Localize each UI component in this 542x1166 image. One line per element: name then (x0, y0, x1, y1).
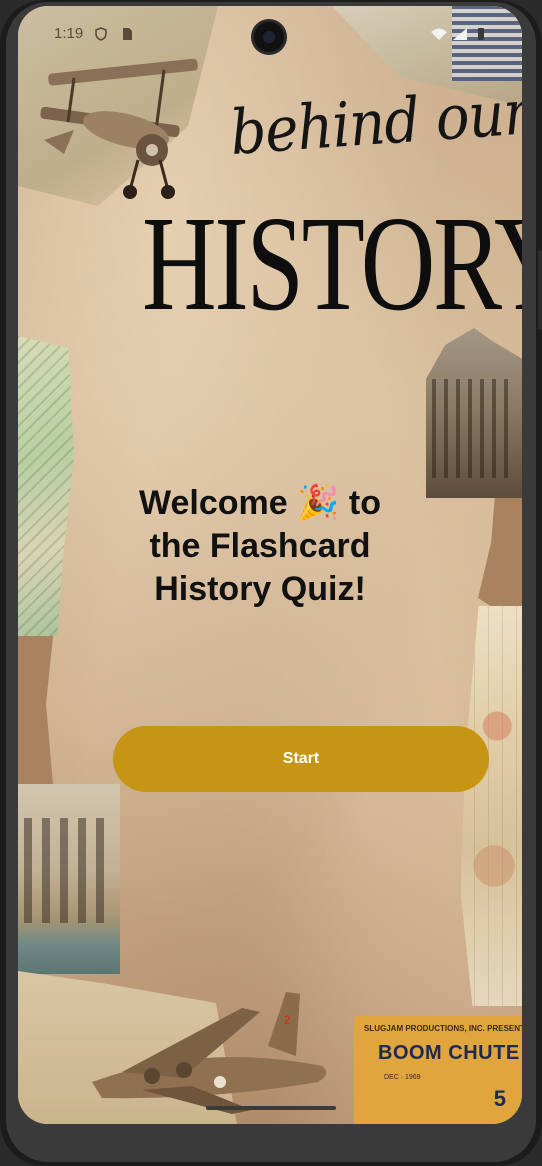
status-time: 1:19 (54, 25, 84, 42)
ticket-number: 5 (493, 1086, 506, 1111)
ticket-presents: SLUGJAM PRODUCTIONS, INC. PRESENTS (364, 1024, 522, 1033)
biplane-image (40, 58, 198, 199)
wifi-icon (431, 28, 447, 40)
sim-card-icon (123, 28, 132, 40)
ticket-detail: DEC · 1969 (384, 1074, 421, 1081)
plane-tail-number: 2 (284, 1013, 291, 1027)
welcome-text: Welcome 🎉 to the Flashcard History Quiz! (139, 484, 381, 608)
battery-icon (478, 28, 484, 40)
front-camera (254, 22, 284, 52)
boom-chute-ticket: SLUGJAM PRODUCTIONS, INC. PRESENTS BOOM … (354, 1016, 522, 1124)
power-button (538, 250, 542, 330)
start-button[interactable]: Start (113, 726, 489, 792)
signal-icon (453, 28, 467, 40)
app-screen: 2 SLUGJAM PRODUCTIONS, INC. PRESENTS BOO… (18, 6, 522, 1124)
phone-device: 2 SLUGJAM PRODUCTIONS, INC. PRESENTS BOO… (0, 0, 542, 1166)
home-indicator[interactable] (206, 1106, 336, 1110)
ticket-title: BOOM CHUTE (378, 1042, 520, 1064)
bomber-plane-image: 2 (92, 992, 327, 1114)
status-bar: 1:19 (18, 6, 522, 66)
collage-building-left (18, 784, 120, 974)
main-title: HISTORY (142, 189, 522, 339)
shield-icon (95, 27, 107, 41)
